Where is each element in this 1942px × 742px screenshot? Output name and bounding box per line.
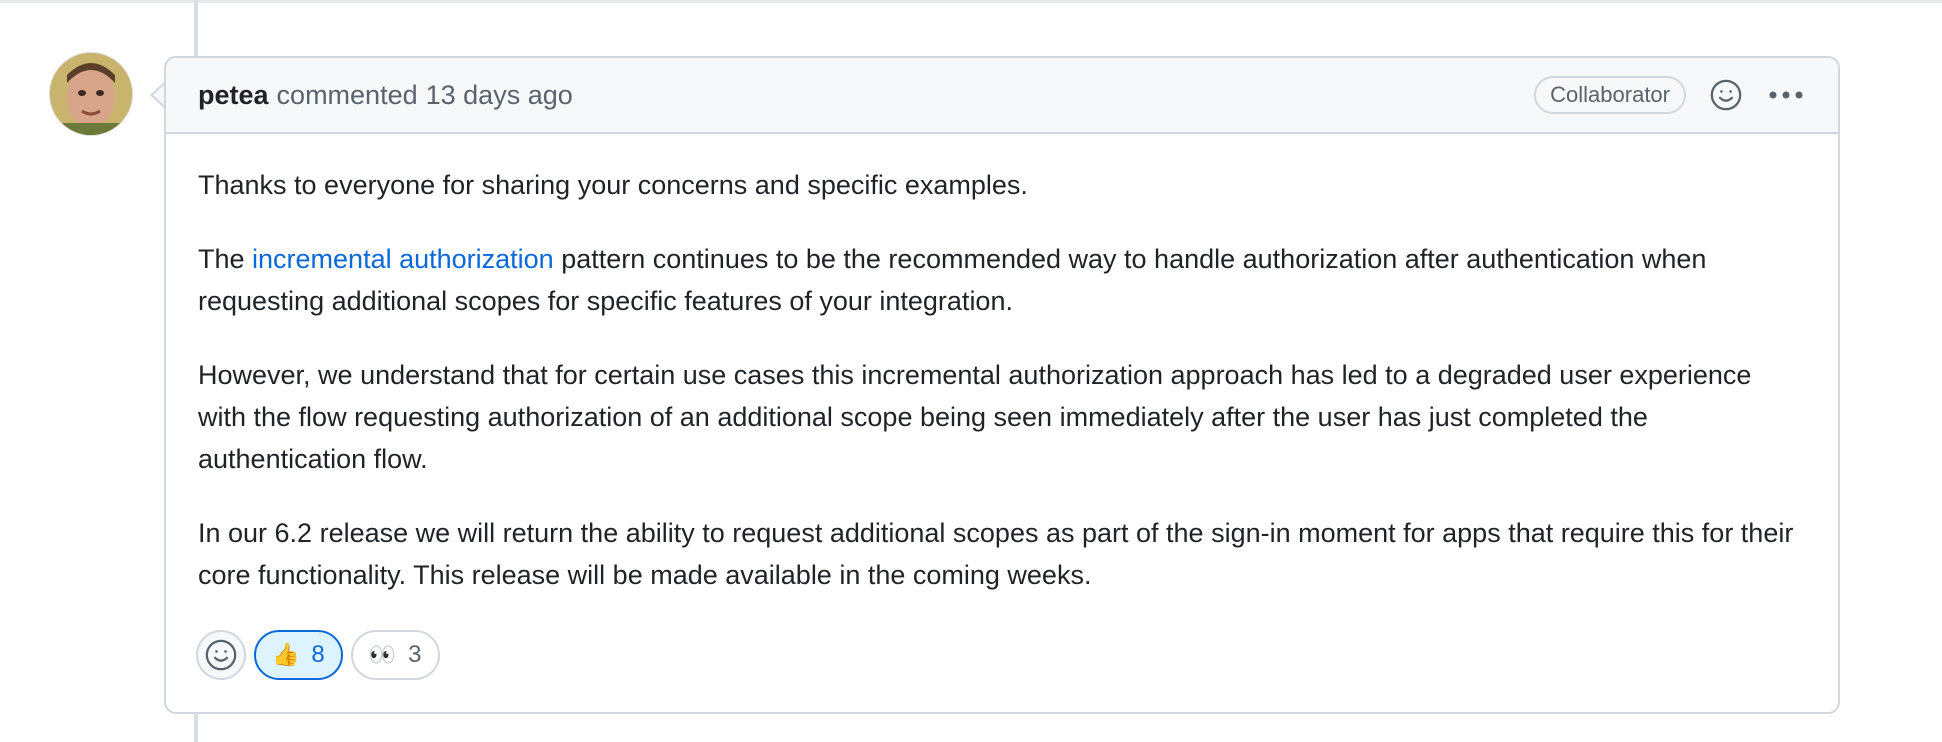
top-divider (0, 0, 1942, 3)
smiley-icon[interactable] (1706, 75, 1746, 115)
add-reaction-button[interactable] (196, 630, 246, 680)
paragraph-1: Thanks to everyone for sharing your conc… (198, 170, 1028, 200)
thumbs-up-icon: 👍 (272, 642, 300, 668)
comment-timestamp[interactable]: 13 days ago (426, 80, 573, 111)
avatar-image (50, 53, 132, 135)
paragraph-4: In our 6.2 release we will return the ab… (198, 518, 1794, 590)
comment-action: commented (276, 79, 418, 110)
paragraph-2-start: The (198, 244, 253, 274)
role-badge: Collaborator (1534, 76, 1686, 114)
avatar[interactable] (50, 53, 132, 135)
reaction-count: 8 (311, 641, 325, 668)
reaction-thumbs-up[interactable]: 👍 8 (254, 630, 343, 680)
issue-timeline: petea commented 13 days ago Collaborator (0, 0, 1942, 742)
kebab-horizontal-icon[interactable] (1766, 75, 1806, 115)
reaction-eyes[interactable]: 👀 3 (350, 630, 440, 680)
eyes-icon: 👀 (368, 642, 397, 668)
comment-box: petea commented 13 days ago Collaborator (164, 56, 1840, 714)
incremental-authorization-link[interactable]: incremental authorization (252, 244, 554, 274)
comment-header: petea commented 13 days ago Collaborator (166, 58, 1838, 134)
smiley-icon (205, 639, 237, 671)
comment-body: Thanks to everyone for sharing your conc… (166, 134, 1838, 596)
reaction-count: 3 (408, 641, 422, 668)
reactions-bar: 👍 8 👀 3 (196, 630, 440, 680)
author-link[interactable]: petea (198, 80, 269, 111)
paragraph-3: However, we understand that for certain … (198, 360, 1752, 474)
paragraph-2: The incremental authorization pattern co… (198, 238, 1806, 322)
